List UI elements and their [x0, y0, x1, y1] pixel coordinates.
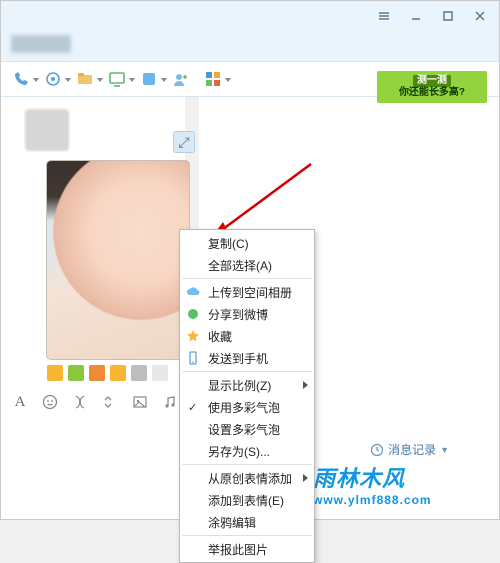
menu-copy[interactable]: 复制(C): [180, 232, 314, 254]
share-icon: [185, 306, 201, 322]
emoji-btn-1[interactable]: [47, 365, 63, 381]
menu-report-image[interactable]: 举报此图片: [180, 538, 314, 560]
submenu-arrow-icon: [303, 381, 308, 389]
emoji-toolbar: [47, 365, 168, 381]
emoji-btn-3[interactable]: [89, 365, 105, 381]
music-icon[interactable]: [161, 393, 179, 411]
menu-separator: [182, 464, 312, 465]
baby-photo: [47, 161, 189, 359]
emoji-btn-6[interactable]: [152, 365, 168, 381]
titlebar: [1, 1, 499, 31]
image-icon[interactable]: [131, 393, 149, 411]
submenu-arrow-icon: [303, 474, 308, 482]
chat-window: 测一测 你还能长多高? ⤢ A ⋯ 0:52:35 消息记录 ▼ 复制(C) 全…: [0, 0, 500, 520]
menu-save-as[interactable]: 另存为(S)...: [180, 440, 314, 462]
watermark-url: www.ylmf888.com: [313, 493, 432, 507]
emoji-btn-4[interactable]: [110, 365, 126, 381]
emoji-btn-5[interactable]: [131, 365, 147, 381]
share-screen-icon[interactable]: [107, 69, 127, 89]
video-call-icon[interactable]: [43, 69, 63, 89]
message-history-button[interactable]: 消息记录 ▼: [370, 441, 449, 458]
menu-favorite[interactable]: 收藏: [180, 325, 314, 347]
image-context-menu: 复制(C) 全部选择(A) 上传到空间相册 分享到微博 收藏 发送到手机 显示比…: [179, 229, 315, 563]
menu-share-weibo[interactable]: 分享到微博: [180, 303, 314, 325]
expand-icon[interactable]: ⤢: [173, 131, 195, 153]
session-info-bar: [1, 31, 499, 61]
remote-control-icon[interactable]: [139, 69, 159, 89]
star-icon: [185, 328, 201, 344]
menu-separator: [182, 371, 312, 372]
screenshot-icon[interactable]: [101, 393, 119, 411]
menu-upload-album[interactable]: 上传到空间相册: [180, 281, 314, 303]
menu-send-phone[interactable]: 发送到手机: [180, 347, 314, 369]
ad-line1: 测一测: [413, 75, 451, 87]
image-message[interactable]: [47, 161, 189, 359]
emoji-face-icon[interactable]: [41, 393, 59, 411]
menu-separator: [182, 535, 312, 536]
avatar-name-blur: [11, 35, 71, 53]
menu-set-bubble[interactable]: 设置多彩气泡: [180, 418, 314, 440]
chevron-down-icon: ▼: [440, 445, 449, 455]
menu-use-bubble[interactable]: 使用多彩气泡: [180, 396, 314, 418]
phone-icon: [185, 350, 201, 366]
menu-doodle-edit[interactable]: 涂鸦编辑: [180, 511, 314, 533]
menu-button[interactable]: [369, 3, 399, 29]
ad-banner[interactable]: 测一测 你还能长多高?: [377, 71, 487, 103]
ad-line2: 你还能长多高?: [399, 87, 465, 99]
menu-separator: [182, 278, 312, 279]
clock-icon: [370, 443, 384, 457]
history-label: 消息记录: [388, 441, 436, 458]
file-transfer-icon[interactable]: [75, 69, 95, 89]
gif-icon[interactable]: [71, 393, 89, 411]
menu-zoom-ratio[interactable]: 显示比例(Z): [180, 374, 314, 396]
voice-call-icon[interactable]: [11, 69, 31, 89]
apps-icon[interactable]: [203, 69, 223, 89]
font-icon[interactable]: A: [11, 393, 29, 411]
cloud-icon: [185, 284, 201, 300]
add-contact-icon[interactable]: [171, 69, 191, 89]
minimize-button[interactable]: [401, 3, 431, 29]
menu-select-all[interactable]: 全部选择(A): [180, 254, 314, 276]
menu-add-from-sticker[interactable]: 从原创表情添加: [180, 467, 314, 489]
maximize-button[interactable]: [433, 3, 463, 29]
emoji-btn-2[interactable]: [68, 365, 84, 381]
close-button[interactable]: [465, 3, 495, 29]
menu-add-emoticon[interactable]: 添加到表情(E): [180, 489, 314, 511]
watermark-brand: 雨林木风: [313, 461, 432, 493]
small-message-bubble: [25, 109, 69, 151]
